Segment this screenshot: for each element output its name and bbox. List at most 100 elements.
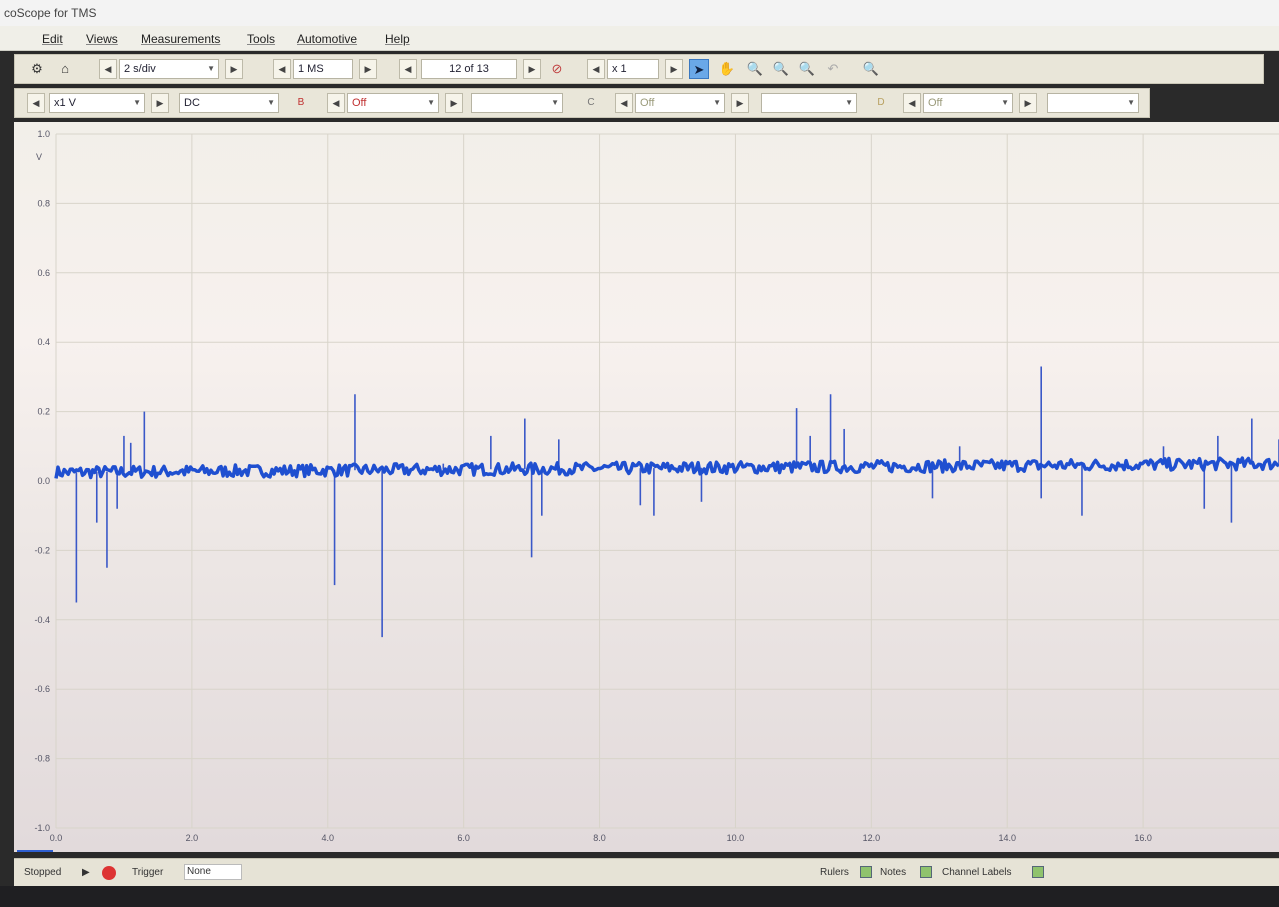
x-tick-label: 6.0 — [457, 833, 470, 843]
title-bar: coScope for TMS — [0, 0, 1279, 27]
channel-c-prev-button[interactable]: ◀ — [615, 93, 633, 113]
trigger-label: Trigger — [132, 867, 164, 878]
range-next-button[interactable]: ▶ — [151, 93, 169, 113]
notes-checkbox[interactable] — [920, 866, 932, 878]
zoom-out-icon[interactable]: 🔍 — [771, 59, 791, 79]
chevron-down-icon: ▼ — [133, 98, 141, 107]
buffer-value: 12 of 13 — [449, 63, 489, 75]
zoom-in-icon[interactable]: 🔍 — [745, 59, 765, 79]
y-tick-label: -1.0 — [34, 823, 50, 833]
scope-view[interactable]: 1.0 0.8 0.6 0.4 0.2 0.0 -0.2 -0.4 -0.6 -0.8 -1.0 0.… — [14, 122, 1279, 852]
y-tick-label: 0.4 — [37, 337, 50, 347]
channel-c-label[interactable]: C — [581, 93, 601, 113]
y-tick-label: 0.6 — [37, 268, 50, 278]
channel-a-badge[interactable]: A — [17, 850, 53, 852]
timebase-value: 2 s/div — [124, 63, 156, 75]
channel-d-next-button[interactable]: ▶ — [1019, 93, 1037, 113]
waveform-chart[interactable]: 1.00.80.60.40.20.0-0.2-0.4-0.6-0.8-1.00.… — [14, 122, 1279, 852]
timebase-next-button[interactable]: ▶ — [225, 59, 243, 79]
stop-icon[interactable] — [102, 866, 116, 880]
channel-labels-label[interactable]: Channel Labels — [942, 867, 1012, 878]
x-tick-label: 2.0 — [186, 833, 199, 843]
chevron-down-icon: ▼ — [207, 64, 215, 73]
range-select[interactable]: x1 V ▼ — [49, 93, 145, 113]
channel-b-prev-button[interactable]: ◀ — [327, 93, 345, 113]
zoom-fit-icon[interactable]: 🔍 — [797, 59, 817, 79]
chevron-down-icon: ▼ — [845, 98, 853, 107]
samples-prev-button[interactable]: ◀ — [273, 59, 291, 79]
hand-tool-icon[interactable]: ✋ — [717, 59, 737, 79]
run-arrow-icon[interactable]: ▶ — [82, 867, 90, 878]
samples-next-button[interactable]: ▶ — [359, 59, 377, 79]
samples-value: 1 MS — [298, 63, 324, 75]
channel-a-prev-button[interactable]: ◀ — [27, 93, 45, 113]
channel-d-state: Off — [928, 97, 943, 109]
coupling-select[interactable]: DC ▼ — [179, 93, 279, 113]
channel-b-coupling-select[interactable]: ▼ — [471, 93, 563, 113]
zoom-prev-button[interactable]: ◀ — [587, 59, 605, 79]
rulers-checkbox[interactable] — [860, 866, 872, 878]
x-tick-label: 0.0 — [50, 833, 63, 843]
buffer-navigator-icon[interactable]: ⊘ — [547, 59, 567, 79]
notes-label[interactable]: Notes — [880, 867, 906, 878]
channel-b-next-button[interactable]: ▶ — [445, 93, 463, 113]
window-title: coScope for TMS — [4, 6, 97, 20]
chevron-down-icon: ▼ — [551, 98, 559, 107]
channel-c-select[interactable]: Off ▼ — [635, 93, 725, 113]
channel-labels-checkbox[interactable] — [1032, 866, 1044, 878]
y-tick-label: -0.4 — [34, 615, 50, 625]
channel-c-next-button[interactable]: ▶ — [731, 93, 749, 113]
menu-edit[interactable]: Edit — [42, 32, 63, 46]
x-tick-label: 8.0 — [593, 833, 606, 843]
channel-c-coupling-select[interactable]: ▼ — [761, 93, 857, 113]
chevron-down-icon: ▼ — [427, 98, 435, 107]
x-tick-label: 14.0 — [998, 833, 1016, 843]
y-tick-label: 0.0 — [37, 476, 50, 486]
chevron-down-icon: ▼ — [1127, 98, 1135, 107]
y-unit-label: V — [36, 152, 42, 162]
trigger-mode-select[interactable]: None — [184, 864, 242, 880]
channel-b-label[interactable]: B — [291, 93, 311, 113]
y-tick-label: 0.8 — [37, 198, 50, 208]
home-icon[interactable]: ⌂ — [55, 59, 75, 79]
undo-zoom-icon[interactable]: ↶ — [823, 59, 843, 79]
buffer-field[interactable]: 12 of 13 — [421, 59, 517, 79]
chevron-down-icon: ▼ — [267, 98, 275, 107]
y-tick-label: -0.6 — [34, 684, 50, 694]
os-taskbar — [0, 886, 1279, 907]
channel-d-coupling-select[interactable]: ▼ — [1047, 93, 1139, 113]
zoom-overview-icon[interactable]: 🔍 — [861, 59, 881, 79]
x-tick-label: 12.0 — [863, 833, 881, 843]
menu-tools[interactable]: Tools — [247, 32, 275, 46]
y-tick-label: -0.8 — [34, 754, 50, 764]
menu-automotive[interactable]: Automotive — [297, 32, 357, 46]
status-bar: Stopped ▶ Trigger None Rulers Notes Chan… — [14, 858, 1279, 887]
channel-d-prev-button[interactable]: ◀ — [903, 93, 921, 113]
chevron-down-icon: ▼ — [1001, 98, 1009, 107]
timebase-prev-button[interactable]: ◀ — [99, 59, 117, 79]
menu-help[interactable]: Help — [385, 32, 410, 46]
channel-c-state: Off — [640, 97, 655, 109]
buffer-prev-button[interactable]: ◀ — [399, 59, 417, 79]
chevron-down-icon: ▼ — [713, 98, 721, 107]
zoom-field[interactable]: x 1 — [607, 59, 659, 79]
x-tick-label: 4.0 — [322, 833, 335, 843]
zoom-next-button[interactable]: ▶ — [665, 59, 683, 79]
x-tick-label: 10.0 — [727, 833, 745, 843]
zoom-value: x 1 — [612, 63, 627, 75]
y-tick-label: -0.2 — [34, 545, 50, 555]
menu-views[interactable]: Views — [86, 32, 118, 46]
menu-measurements[interactable]: Measurements — [141, 32, 220, 46]
coupling-value: DC — [184, 97, 200, 109]
channel-d-label[interactable]: D — [871, 93, 891, 113]
rulers-label[interactable]: Rulers — [820, 867, 849, 878]
channel-d-select[interactable]: Off ▼ — [923, 93, 1013, 113]
pointer-tool-icon[interactable]: ➤ — [689, 59, 709, 79]
channel-toolbar: ◀ x1 V ▼ ▶ DC ▼ B ◀ Off ▼ ▶ ▼ C ◀ Off ▼ ▶ ▼ … — [14, 88, 1150, 118]
channel-b-select[interactable]: Off ▼ — [347, 93, 439, 113]
buffer-next-button[interactable]: ▶ — [523, 59, 541, 79]
samples-field[interactable]: 1 MS — [293, 59, 353, 79]
y-tick-label: 0.2 — [37, 407, 50, 417]
timebase-select[interactable]: 2 s/div ▼ — [119, 59, 219, 79]
settings-icon[interactable]: ⚙ — [27, 59, 47, 79]
